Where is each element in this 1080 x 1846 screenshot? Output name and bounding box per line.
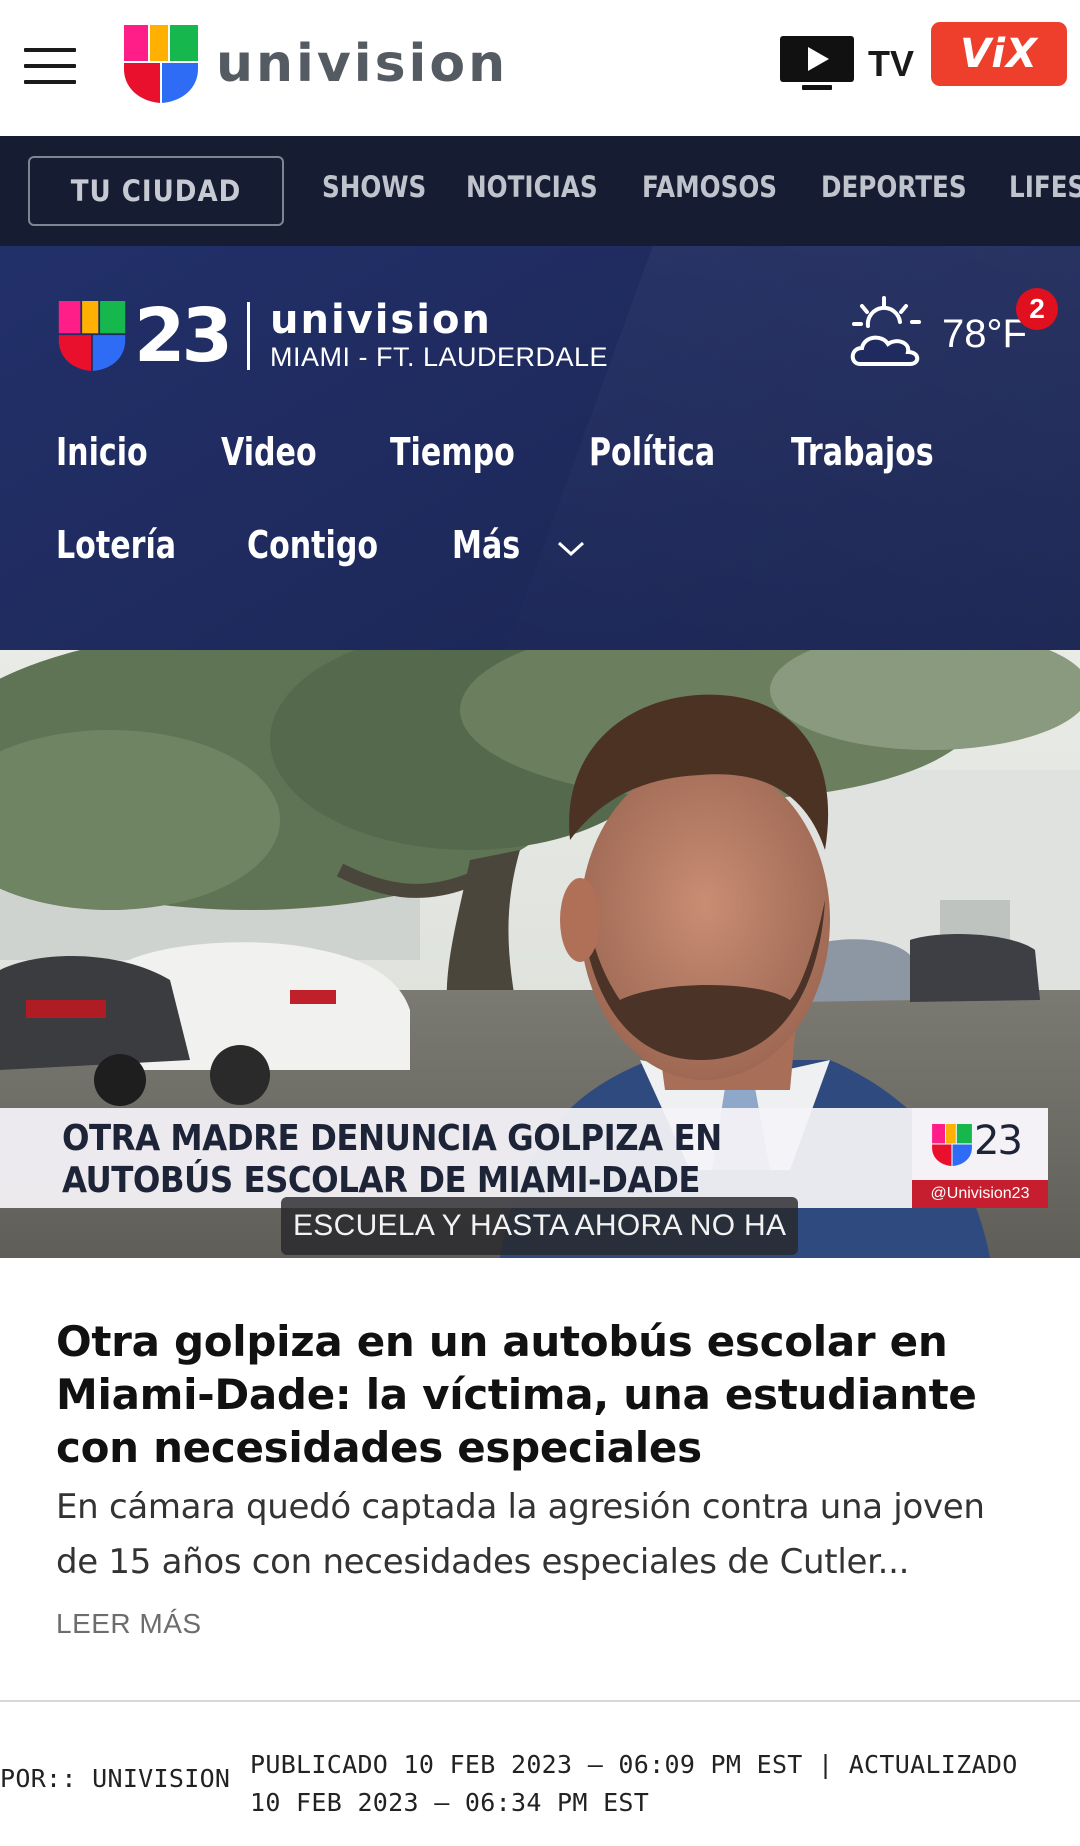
hamburger-menu-icon[interactable] bbox=[24, 44, 76, 88]
vix-button[interactable]: ViX bbox=[931, 22, 1067, 86]
section-nav: TU CIUDAD SHOWS NOTICIAS FAMOSOS DEPORTE… bbox=[0, 136, 1080, 246]
lower-third-line-2: AUTOBÚS ESCOLAR DE MIAMI-DADE bbox=[62, 1160, 700, 1201]
station-text: univision MIAMI - FT. LAUDERDALE bbox=[270, 299, 608, 373]
univision-u-logo-icon bbox=[58, 301, 126, 371]
publish-dates: PUBLICADO 10 FEB 2023 – 06:09 PM EST | A… bbox=[250, 1750, 1018, 1817]
hero-video[interactable]: OTRA MADRE DENUNCIA GOLPIZA EN AUTOBÚS E… bbox=[0, 650, 1080, 1258]
article-divider bbox=[0, 1700, 1080, 1702]
weather-alert-badge[interactable]: 2 bbox=[1016, 288, 1058, 330]
station-market: MIAMI - FT. LAUDERDALE bbox=[269, 342, 609, 372]
partly-sunny-icon bbox=[850, 296, 921, 366]
lower-third-station-logo: 23 @Univision23 bbox=[912, 1108, 1048, 1208]
chevron-down-icon[interactable] bbox=[556, 538, 586, 558]
article-title[interactable]: Otra golpiza en un autobús escolar en Mi… bbox=[56, 1315, 1016, 1474]
local-nav-tiempo[interactable]: Tiempo bbox=[390, 430, 515, 474]
weather-temperature: 78°F bbox=[942, 312, 1027, 356]
byline-label: POR:: bbox=[0, 1764, 77, 1793]
nav-shows[interactable]: SHOWS bbox=[322, 170, 426, 204]
local-nav-trabajos[interactable]: Trabajos bbox=[791, 430, 934, 474]
local-nav-inicio[interactable]: Inicio bbox=[56, 430, 148, 474]
article-summary: En cámara quedó captada la agresión cont… bbox=[56, 1487, 985, 1582]
tv-play-icon bbox=[780, 36, 854, 90]
lower-third-station-number: 23 bbox=[974, 1118, 1023, 1164]
univision-u-logo-icon bbox=[124, 25, 198, 103]
closed-caption: ESCUELA Y HASTA AHORA NO HA bbox=[281, 1197, 799, 1255]
local-nav-mas[interactable]: Más bbox=[452, 523, 520, 567]
local-nav-loteria[interactable]: Lotería bbox=[56, 523, 176, 567]
univision-logo[interactable]: univision bbox=[124, 24, 508, 104]
univision-u-logo-icon bbox=[932, 1124, 972, 1166]
station-name: univision bbox=[269, 297, 492, 343]
local-nav-contigo[interactable]: Contigo bbox=[247, 523, 378, 567]
station-divider bbox=[246, 302, 250, 370]
tv-link[interactable]: TV bbox=[780, 36, 914, 92]
tv-label: TV bbox=[868, 43, 915, 84]
top-header: univision TV ViX bbox=[0, 0, 1080, 136]
nav-deportes[interactable]: DEPORTES bbox=[821, 170, 967, 204]
read-more-link[interactable]: LEER MÁS bbox=[56, 1608, 202, 1640]
nav-lifestyle[interactable]: LIFES bbox=[1009, 170, 1080, 204]
local-station-panel: 23 univision MIAMI - FT. LAUDERDALE 78°F… bbox=[0, 246, 1080, 650]
lower-third-headline: OTRA MADRE DENUNCIA GOLPIZA EN AUTOBÚS E… bbox=[62, 1118, 922, 1202]
univision-wordmark: univision bbox=[216, 34, 509, 94]
station-number: 23 bbox=[134, 293, 233, 379]
byline-author[interactable]: UNIVISION bbox=[92, 1764, 230, 1793]
lower-third-line-1: OTRA MADRE DENUNCIA GOLPIZA EN bbox=[62, 1118, 722, 1159]
weather-widget[interactable]: 78°F 2 bbox=[846, 288, 1058, 372]
station-logo[interactable]: 23 univision MIAMI - FT. LAUDERDALE bbox=[58, 293, 608, 379]
lower-third-banner: OTRA MADRE DENUNCIA GOLPIZA EN AUTOBÚS E… bbox=[0, 1108, 1048, 1208]
byline: POR:: UNIVISION bbox=[0, 1764, 230, 1793]
nav-noticias[interactable]: NOTICIAS bbox=[466, 170, 598, 204]
local-nav-video[interactable]: Video bbox=[221, 430, 317, 474]
nav-famosos[interactable]: FAMOSOS bbox=[642, 170, 777, 204]
tu-ciudad-button[interactable]: TU CIUDAD bbox=[28, 156, 284, 226]
lower-third-handle: @Univision23 bbox=[912, 1180, 1048, 1208]
local-nav-politica[interactable]: Política bbox=[589, 430, 715, 474]
